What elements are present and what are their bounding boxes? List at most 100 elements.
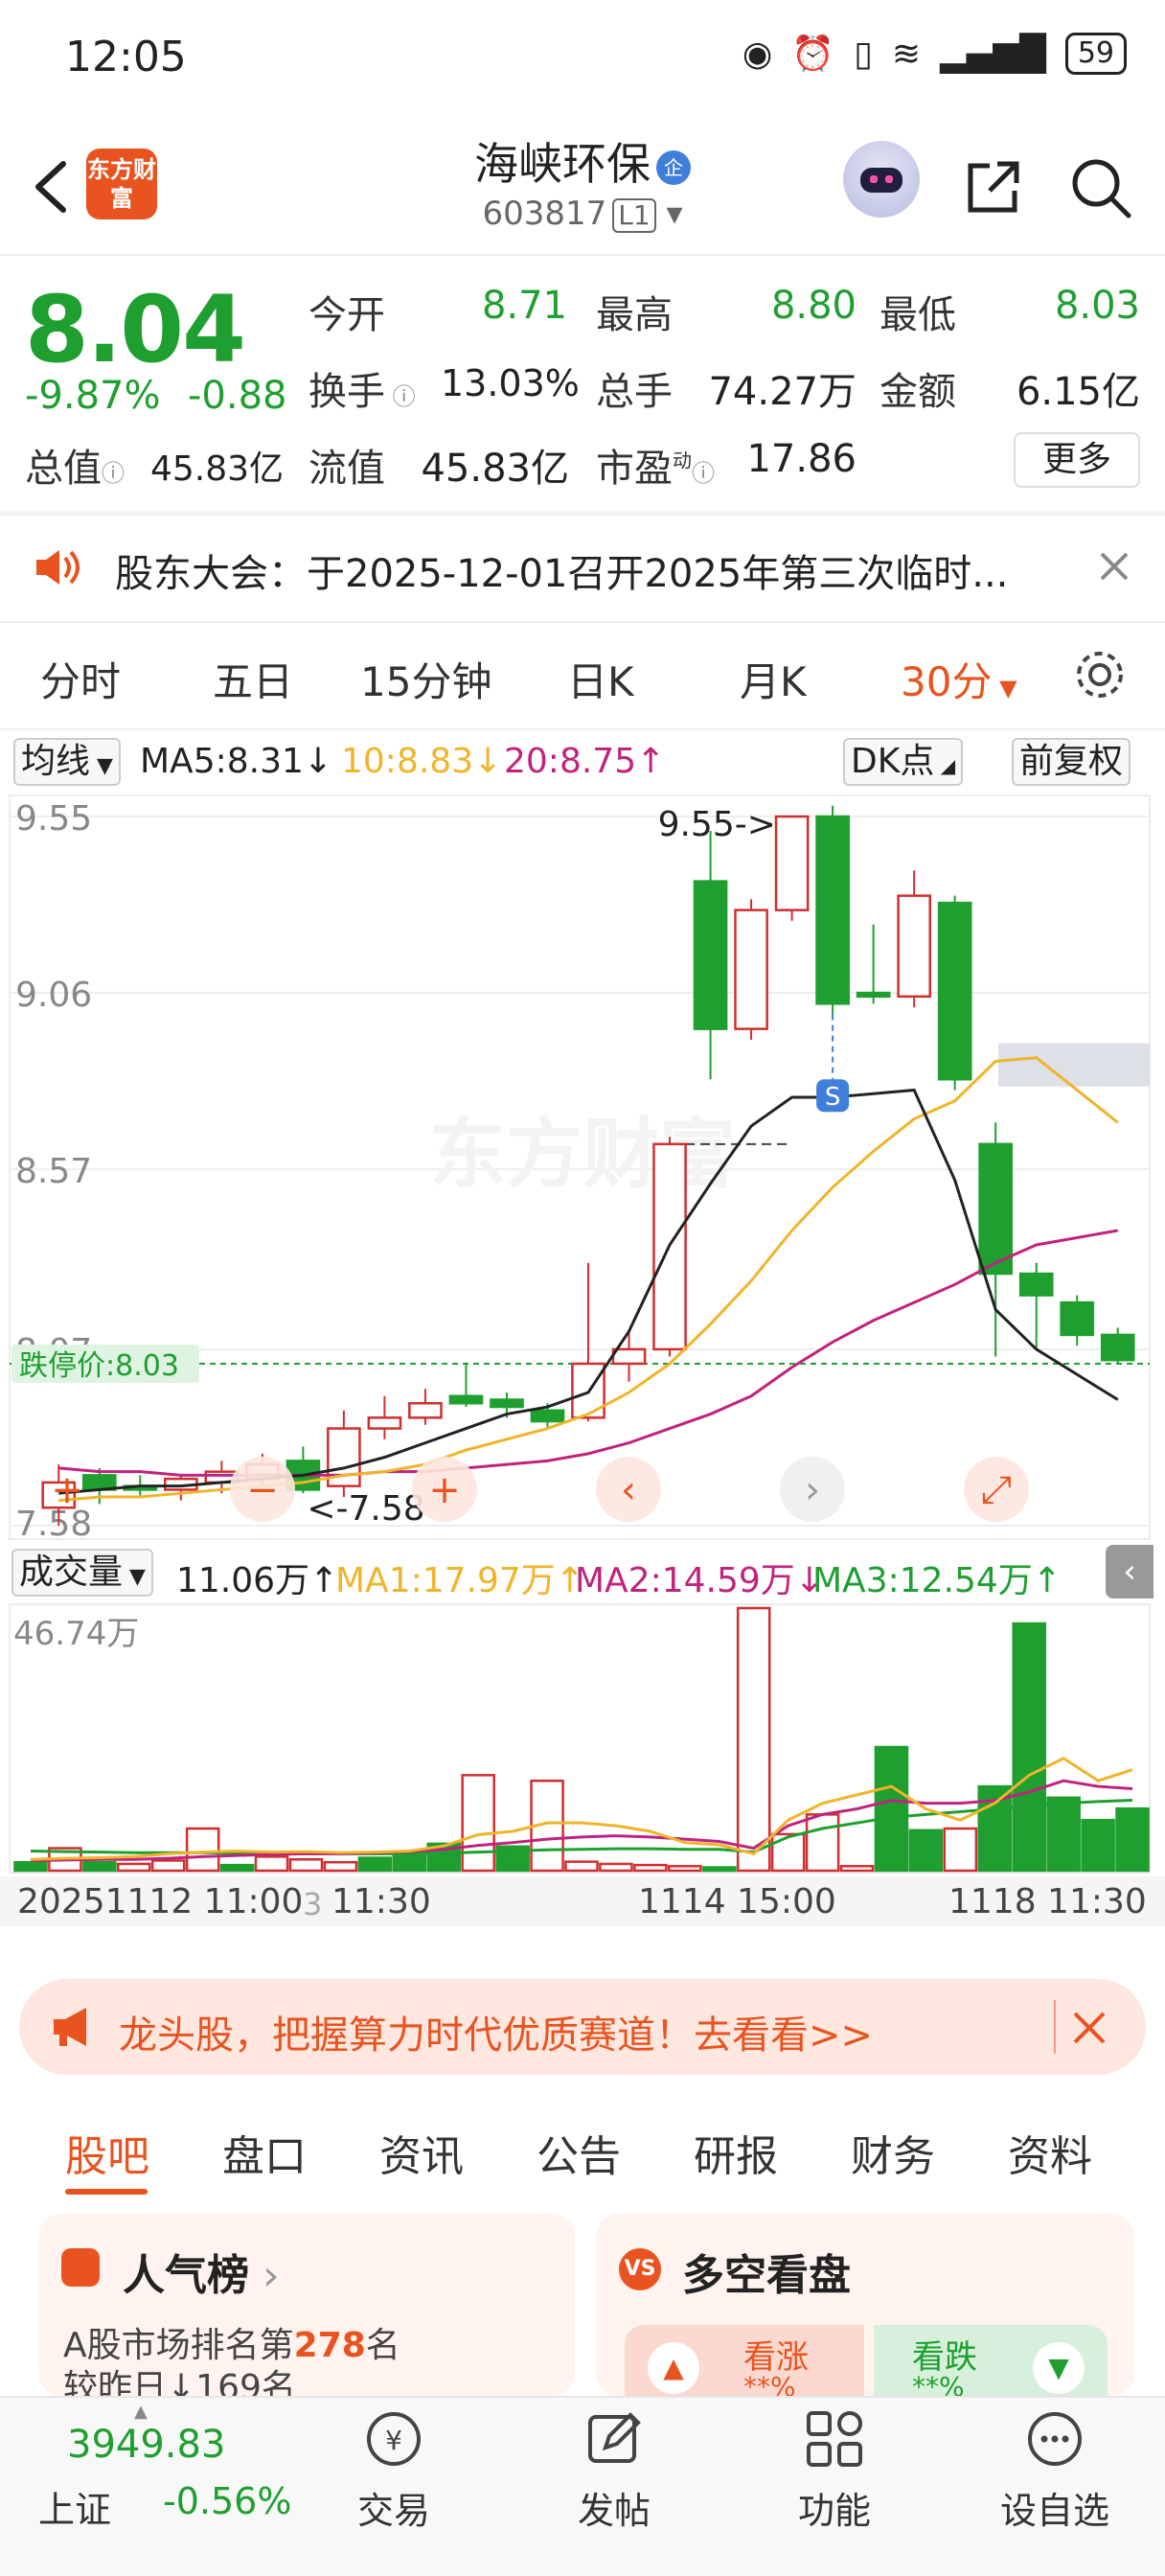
tab-monthly-k[interactable]: 月K: [740, 650, 807, 708]
volume-bar: [150, 1859, 186, 1873]
volume-bar: [564, 1860, 599, 1873]
index-expand-icon[interactable]: ▲: [134, 2402, 148, 2422]
volume-bar: [701, 1866, 737, 1873]
alarm-icon: ⏰: [791, 34, 835, 74]
candle: [897, 894, 931, 999]
float-label: 流值: [308, 447, 385, 491]
index-change[interactable]: -0.56%: [163, 2480, 291, 2522]
volume-bar: [117, 1862, 151, 1873]
more-button[interactable]: 更多: [1014, 432, 1140, 488]
tab-15min[interactable]: 15分钟: [360, 650, 491, 708]
time-axis: 20251112 11:00 3 11:30 1114 15:00 1118 1…: [0, 1876, 1165, 1926]
up-arrow-icon: ▲: [648, 2342, 699, 2394]
turnover-value: 13.03%: [441, 362, 580, 404]
mktcap-label: 总值ⓘ: [25, 447, 125, 491]
vol-ma2-legend: MA2:14.59万↓: [575, 1561, 824, 1600]
scroll-left-icon[interactable]: ‹: [596, 1457, 661, 1522]
ranking-icon: [61, 2248, 100, 2287]
tab-finance[interactable]: 财务: [851, 2122, 935, 2183]
bull-button[interactable]: ▲ 看涨 **%: [625, 2325, 864, 2403]
candle: [448, 1394, 484, 1405]
current-price: 8.04: [25, 276, 246, 383]
nav-trade-label: 交易: [356, 2490, 430, 2532]
tab-intraday[interactable]: 分时: [40, 650, 121, 708]
amount-label: 金额: [879, 370, 956, 414]
promo-banner[interactable]: 龙头股，把握算力时代优质赛道！去看看>>: [19, 1979, 1146, 2075]
divider: [0, 254, 1165, 256]
high-value: 8.80: [770, 284, 857, 328]
popularity-change: 较昨日↓169名: [63, 2368, 296, 2396]
y-tick-label: 8.57: [15, 1152, 92, 1191]
zoom-out-icon[interactable]: −: [230, 1457, 295, 1522]
volume-bar: [599, 1862, 633, 1873]
popularity-card[interactable]: 人气榜 › A股市场排名第278名 较昨日↓169名: [38, 2214, 575, 2396]
stock-name: 海峡环保: [474, 138, 651, 190]
tab-news[interactable]: 资讯: [379, 2122, 464, 2183]
notice-bar[interactable]: 股东大会：于2025-12-01召开2025年第三次临时...: [0, 518, 1165, 613]
close-banner-icon[interactable]: [1071, 2010, 1108, 2046]
scroll-right-icon[interactable]: ›: [780, 1457, 845, 1522]
tab-research[interactable]: 研报: [694, 2122, 778, 2183]
time-axis-left: 20251112 11:00: [17, 1882, 304, 1921]
volume-label: 总手: [596, 370, 673, 414]
tab-30min[interactable]: 30分 ▼: [901, 650, 1017, 708]
kline-chart[interactable]: 9.559.068.578.077.58东方财富跌停价:8.03S9.55-><…: [0, 788, 1165, 1545]
tab-five-day[interactable]: 五日: [213, 650, 293, 708]
ma-select[interactable]: 均线 ▼: [13, 738, 121, 786]
pe-label: 市盈动ⓘ: [596, 447, 715, 491]
volume-value: 74.27万: [708, 370, 857, 414]
adjust-select[interactable]: 前复权: [1012, 738, 1131, 786]
banner-divider: [1054, 2000, 1056, 2054]
volume-bar: [874, 1745, 909, 1873]
time-axis-mid1: 11:30: [331, 1882, 431, 1921]
stock-code: 603817: [482, 195, 607, 233]
volume-bar: [1012, 1622, 1046, 1873]
tab-daily-k[interactable]: 日K: [567, 650, 634, 708]
nav-post[interactable]: 发帖: [542, 2405, 686, 2534]
candle: [1100, 1333, 1135, 1362]
pe-value: 17.86: [746, 437, 857, 481]
share-icon[interactable]: [963, 156, 1024, 218]
signal-icon: ▂▄▆█: [940, 34, 1046, 74]
candle: [490, 1398, 524, 1409]
kline-svg[interactable]: 9.559.068.578.077.58东方财富跌停价:8.03S9.55-><…: [0, 788, 1165, 1545]
bull-bear-card[interactable]: VS 多空看盘 ▲ 看涨 **% 看跌 **% ▼: [596, 2214, 1134, 2403]
nav-add-watchlist[interactable]: 设自选: [983, 2405, 1127, 2534]
high-marker: 9.55->: [658, 805, 776, 844]
nav-functions[interactable]: 功能: [763, 2405, 906, 2534]
tab-pankou[interactable]: 盘口: [222, 2122, 307, 2183]
crosshair-button-icon[interactable]: +: [51, 1468, 83, 1512]
index-name[interactable]: 上证: [38, 2480, 111, 2533]
nav-trade[interactable]: ¥ 交易: [322, 2405, 466, 2534]
close-icon[interactable]: [1098, 550, 1131, 583]
ma5-legend: MA5:8.31↓: [140, 742, 333, 781]
fullscreen-icon[interactable]: ⤢: [964, 1457, 1029, 1522]
active-tab-underline: [65, 2189, 148, 2195]
dk-point-select[interactable]: DK点 ◢: [843, 738, 964, 786]
tab-profile[interactable]: 资料: [1008, 2122, 1092, 2183]
zoom-in-icon[interactable]: +: [412, 1457, 477, 1522]
index-value[interactable]: 3949.83: [67, 2423, 225, 2467]
candle: [815, 815, 850, 1005]
volume-bar: [357, 1856, 393, 1873]
volume-chart[interactable]: 46.74万: [0, 1598, 1165, 1876]
volume-select[interactable]: 成交量 ▼: [11, 1549, 153, 1597]
volume-bar: [1046, 1796, 1081, 1873]
down-arrow-icon: ▼: [1033, 2342, 1085, 2394]
volume-bar: [392, 1852, 427, 1873]
collapse-panel-button[interactable]: ‹: [1106, 1545, 1154, 1598]
search-icon[interactable]: [1069, 156, 1132, 219]
level-badge: L1: [612, 198, 656, 233]
tab-guba[interactable]: 股吧: [65, 2122, 149, 2183]
mktcap-value: 45.83亿: [149, 449, 284, 489]
settings-gear-icon[interactable]: [1071, 646, 1129, 703]
wifi-icon: ≋: [891, 34, 922, 74]
status-time: 12:05: [65, 33, 187, 81]
bull-bear-title: 多空看盘: [682, 2251, 851, 2300]
candle: [530, 1409, 565, 1423]
low-value: 8.03: [1054, 284, 1140, 328]
bear-button[interactable]: 看跌 **% ▼: [874, 2325, 1108, 2403]
ai-assistant-icon[interactable]: [843, 141, 920, 218]
volume-bar: [770, 1832, 806, 1873]
tab-announcement[interactable]: 公告: [537, 2122, 621, 2183]
